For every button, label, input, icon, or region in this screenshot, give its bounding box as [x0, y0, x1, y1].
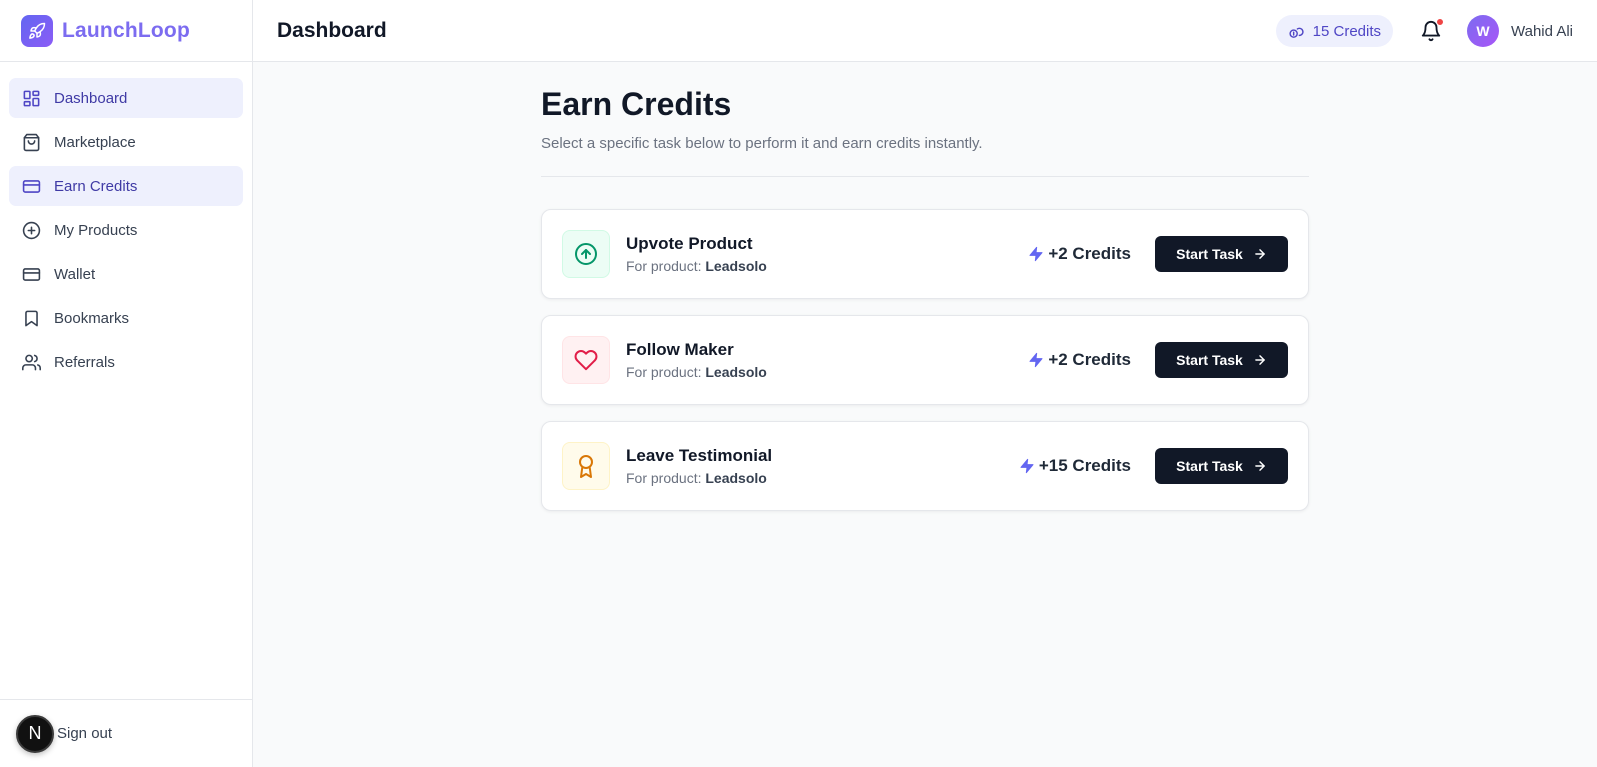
- users-icon: [22, 353, 41, 372]
- sidebar-item-label: Dashboard: [54, 89, 128, 107]
- task-product-name: Leadsolo: [705, 258, 767, 274]
- bolt-icon: [1028, 351, 1044, 369]
- task-text: Follow Maker For product: Leadsolo: [626, 340, 1028, 380]
- sidebar-item-referrals[interactable]: Referrals: [9, 342, 243, 382]
- arrow-right-icon: [1253, 459, 1267, 473]
- plus-circle-icon: [22, 221, 41, 240]
- top-header: Dashboard 15 Credits W Wahid Ali: [253, 0, 1597, 62]
- task-product: For product: Leadsolo: [626, 470, 1019, 486]
- notifications-button[interactable]: [1417, 17, 1445, 45]
- avatar[interactable]: N: [16, 714, 54, 753]
- user-name: Wahid Ali: [1511, 22, 1573, 40]
- task-text: Upvote Product For product: Leadsolo: [626, 234, 1028, 274]
- task-card-testimonial: Leave Testimonial For product: Leadsolo …: [541, 421, 1309, 511]
- task-text: Leave Testimonial For product: Leadsolo: [626, 446, 1019, 486]
- user-menu[interactable]: W Wahid Ali: [1467, 15, 1573, 47]
- coins-icon: [1288, 23, 1305, 40]
- credits-label: 15 Credits: [1312, 22, 1382, 40]
- sidebar-item-label: Bookmarks: [54, 309, 130, 327]
- avatar: W: [1467, 15, 1500, 47]
- sidebar-item-label: Earn Credits: [54, 177, 138, 195]
- sidebar-footer: N Sign out: [0, 699, 252, 767]
- sidebar: LaunchLoop Dashboard Marketplace Earn Cr…: [0, 0, 253, 767]
- sidebar-item-bookmarks[interactable]: Bookmarks: [9, 298, 243, 338]
- shopping-bag-icon: [22, 133, 41, 152]
- sidebar-item-my-products[interactable]: My Products: [9, 210, 243, 250]
- task-product-prefix: For product:: [626, 364, 702, 380]
- arrow-up-circle-icon: [562, 230, 610, 278]
- task-reward: +2 Credits: [1028, 350, 1131, 370]
- bookmark-icon: [22, 309, 41, 328]
- task-reward: +2 Credits: [1028, 244, 1131, 264]
- section-title: Earn Credits: [541, 86, 732, 122]
- sidebar-item-label: Wallet: [54, 265, 96, 283]
- task-reward: +15 Credits: [1019, 456, 1131, 476]
- sidebar-item-label: Marketplace: [54, 133, 136, 151]
- wallet-icon: [22, 265, 41, 284]
- task-title: Leave Testimonial: [626, 446, 773, 465]
- bolt-icon: [1028, 245, 1044, 263]
- page-title: Dashboard: [277, 18, 387, 42]
- task-product-prefix: For product:: [626, 258, 702, 274]
- sidebar-nav: Dashboard Marketplace Earn Credits My Pr…: [0, 62, 252, 382]
- sidebar-item-marketplace[interactable]: Marketplace: [9, 122, 243, 162]
- heart-icon: [562, 336, 610, 384]
- arrow-right-icon: [1253, 353, 1267, 367]
- task-title: Follow Maker: [626, 340, 734, 359]
- sidebar-item-earn-credits[interactable]: Earn Credits: [9, 166, 243, 206]
- app: LaunchLoop Dashboard Marketplace Earn Cr…: [0, 0, 1597, 767]
- task-card-upvote: Upvote Product For product: Leadsolo +2 …: [541, 209, 1309, 299]
- task-product-prefix: For product:: [626, 470, 702, 486]
- task-reward-label: +2 Credits: [1048, 350, 1131, 369]
- brand-name: LaunchLoop: [62, 18, 190, 42]
- rocket-icon: [21, 14, 53, 47]
- start-task-label: Start Task: [1176, 352, 1243, 368]
- arrow-right-icon: [1253, 247, 1267, 261]
- bolt-icon: [1019, 457, 1035, 475]
- credits-badge[interactable]: 15 Credits: [1275, 15, 1394, 47]
- start-task-label: Start Task: [1176, 458, 1243, 474]
- sidebar-item-label: Referrals: [54, 353, 115, 371]
- layout-grid-icon: [22, 89, 41, 108]
- notification-dot: [1436, 18, 1445, 26]
- start-task-button[interactable]: Start Task: [1155, 236, 1288, 272]
- sign-out-button[interactable]: Sign out: [57, 725, 112, 742]
- sidebar-item-dashboard[interactable]: Dashboard: [9, 78, 243, 118]
- task-product-name: Leadsolo: [705, 364, 767, 380]
- task-title: Upvote Product: [626, 234, 753, 253]
- header-actions: 15 Credits W Wahid Ali: [1275, 0, 1573, 62]
- sidebar-item-wallet[interactable]: Wallet: [9, 254, 243, 294]
- task-product-name: Leadsolo: [705, 470, 767, 486]
- award-icon: [562, 442, 610, 490]
- start-task-button[interactable]: Start Task: [1155, 448, 1288, 484]
- start-task-label: Start Task: [1176, 246, 1243, 262]
- sidebar-item-label: My Products: [54, 221, 138, 239]
- main-content: Earn Credits Select a specific task belo…: [541, 62, 1309, 527]
- task-product: For product: Leadsolo: [626, 258, 1028, 274]
- task-reward-label: +15 Credits: [1038, 456, 1131, 475]
- task-reward-label: +2 Credits: [1048, 244, 1131, 263]
- task-product: For product: Leadsolo: [626, 364, 1028, 380]
- brand[interactable]: LaunchLoop: [0, 0, 252, 62]
- task-card-follow: Follow Maker For product: Leadsolo +2 Cr…: [541, 315, 1309, 405]
- task-list: Upvote Product For product: Leadsolo +2 …: [541, 209, 1309, 511]
- start-task-button[interactable]: Start Task: [1155, 342, 1288, 378]
- divider: [541, 176, 1309, 177]
- credit-card-icon: [22, 177, 41, 196]
- section-subtitle: Select a specific task below to perform …: [541, 135, 983, 152]
